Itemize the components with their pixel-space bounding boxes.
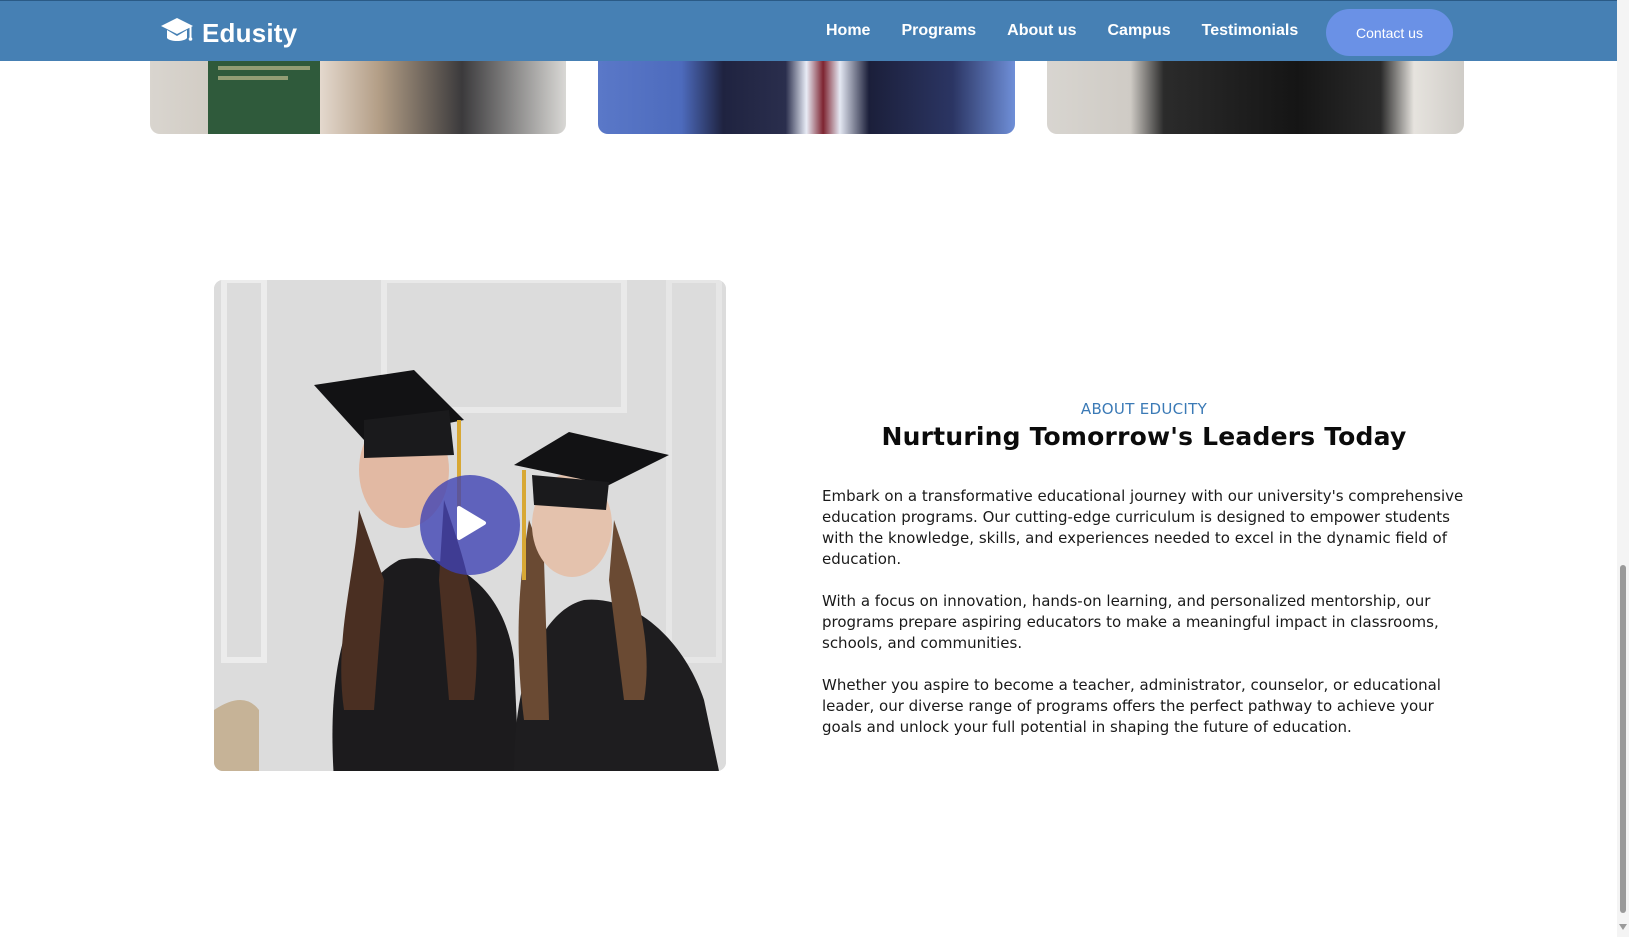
brand-name: Edusity — [202, 17, 298, 48]
nav-link-campus[interactable]: Campus — [1107, 22, 1170, 40]
scrollbar-thumb[interactable] — [1620, 565, 1626, 913]
nav-links: Home Programs About us Campus Testimonia… — [826, 22, 1329, 40]
graduation-cap-icon — [160, 15, 194, 51]
about-headline: Nurturing Tomorrow's Leaders Today — [881, 422, 1407, 451]
navbar: Edusity Home Programs About us Campus Te… — [0, 0, 1617, 61]
contact-us-button[interactable]: Contact us — [1326, 9, 1453, 56]
nav-link-testimonials[interactable]: Testimonials — [1202, 22, 1299, 40]
about-section: ABOUT EDUCITY Nurturing Tomorrow's Leade… — [822, 400, 1466, 738]
scroll-down-arrow-icon[interactable] — [1619, 924, 1627, 930]
brand-logo[interactable]: Edusity — [160, 15, 297, 51]
play-video-button[interactable] — [420, 475, 520, 575]
page-scrollbar[interactable] — [1617, 0, 1629, 937]
about-video-thumbnail[interactable] — [214, 280, 726, 771]
nav-link-programs[interactable]: Programs — [901, 22, 976, 40]
play-icon — [453, 505, 487, 545]
about-paragraph-1: Embark on a transformative educational j… — [822, 487, 1464, 568]
about-eyebrow: ABOUT EDUCITY — [1080, 400, 1208, 418]
about-paragraph-2: With a focus on innovation, hands-on lea… — [822, 592, 1439, 652]
nav-link-about-us[interactable]: About us — [1007, 22, 1076, 40]
page: Edusity Home Programs About us Campus Te… — [0, 0, 1629, 937]
about-paragraph-3: Whether you aspire to become a teacher, … — [822, 676, 1441, 736]
nav-link-home[interactable]: Home — [826, 22, 870, 40]
